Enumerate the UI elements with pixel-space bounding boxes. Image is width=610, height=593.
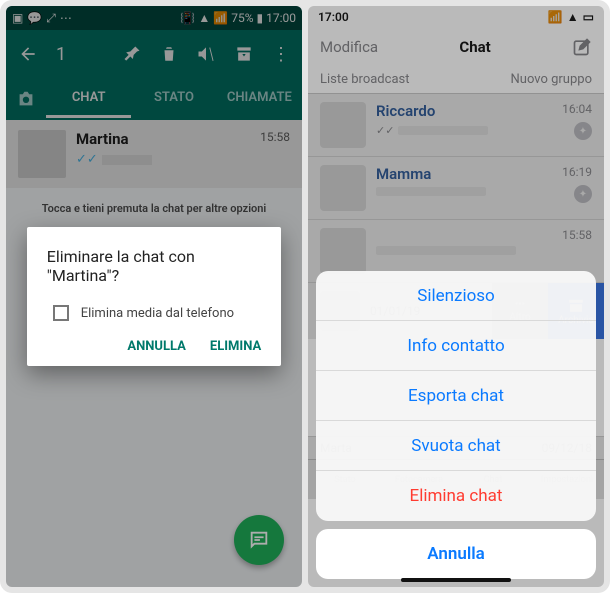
- sheet-svuota-chat[interactable]: Svuota chat: [316, 421, 596, 471]
- cancel-button[interactable]: ANNULLA: [127, 339, 186, 354]
- delete-media-checkbox[interactable]: Elimina media dal telefono: [47, 305, 262, 321]
- sheet-elimina-chat[interactable]: Elimina chat: [316, 471, 596, 521]
- actionsheet: Silenzioso Info contatto Esporta chat Sv…: [316, 271, 596, 521]
- home-indicator: [401, 578, 511, 582]
- sheet-cancel[interactable]: Annulla: [316, 529, 596, 579]
- delete-dialog: Eliminare la chat con "Martina"? Elimina…: [27, 227, 282, 366]
- android-screen: ▣ 💬 ⤢ ⋯ 📳 ▲ 📶 75% ▮ 17:00 1: [6, 6, 302, 587]
- sheet-esporta-chat[interactable]: Esporta chat: [316, 371, 596, 421]
- checkbox-icon: [53, 305, 69, 321]
- dialog-title: Eliminare la chat con "Martina"?: [47, 247, 262, 285]
- delete-button[interactable]: ELIMINA: [210, 339, 261, 354]
- sheet-silenzioso[interactable]: Silenzioso: [316, 271, 596, 321]
- ios-screen: 17:00 📶 ▲ ▭ Modifica Chat Liste broadcas…: [308, 6, 604, 587]
- actionsheet-scrim[interactable]: Silenzioso Info contatto Esporta chat Sv…: [308, 6, 604, 587]
- dialog-scrim[interactable]: Eliminare la chat con "Martina"? Elimina…: [6, 6, 302, 587]
- sheet-info-contatto[interactable]: Info contatto: [316, 321, 596, 371]
- checkbox-label: Elimina media dal telefono: [81, 306, 234, 321]
